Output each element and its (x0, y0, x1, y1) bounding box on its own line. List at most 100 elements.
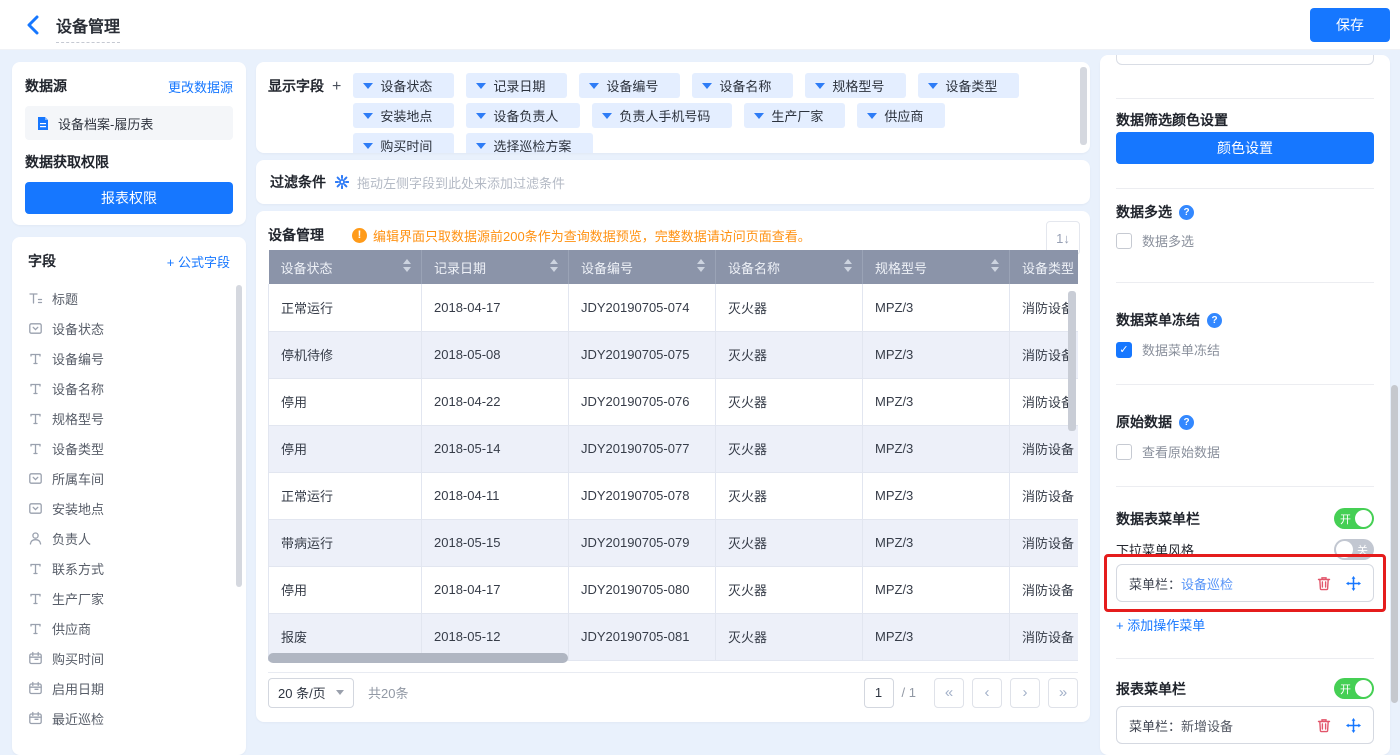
color-setting-button[interactable]: 颜色设置 (1116, 132, 1374, 164)
column-header[interactable]: 设备状态 (269, 250, 422, 284)
table-vertical-scrollbar[interactable] (1068, 291, 1076, 431)
move-handle-icon[interactable] (1345, 717, 1361, 733)
current-page-input[interactable]: 1 (864, 678, 894, 708)
report-permission-button[interactable]: 报表权限 (25, 182, 233, 214)
change-datasource-link[interactable]: 更改数据源 (168, 77, 233, 96)
table-menu-bar-toggle[interactable]: 开 (1334, 508, 1374, 529)
add-action-menu-link[interactable]: + 添加操作菜单 (1116, 615, 1374, 634)
display-field-chip[interactable]: 安装地点 (353, 103, 454, 128)
sort-arrows-icon[interactable] (697, 259, 705, 272)
field-item[interactable]: 标题 (28, 283, 230, 313)
prev-page-icon: ‹ (985, 684, 990, 701)
window-scrollbar[interactable] (1391, 385, 1398, 703)
display-field-chip[interactable]: 购买时间 (353, 133, 454, 153)
field-item[interactable]: 购买时间 (28, 643, 230, 673)
field-item[interactable]: 生产厂家 (28, 583, 230, 613)
save-button[interactable]: 保存 (1310, 8, 1390, 42)
table-cell: 灭火器 (716, 613, 863, 660)
table-horizontal-scrollbar[interactable] (268, 653, 568, 663)
field-item[interactable]: 规格型号 (28, 403, 230, 433)
display-fields-scrollbar[interactable] (1080, 67, 1087, 145)
chevron-down-icon (754, 113, 764, 119)
display-fields-label: 显示字段+ (268, 70, 341, 145)
column-header[interactable]: 记录日期 (422, 250, 569, 284)
column-header[interactable]: 设备名称 (716, 250, 863, 284)
move-handle-icon[interactable] (1345, 575, 1361, 591)
display-field-chip[interactable]: 设备类型 (918, 73, 1019, 98)
table-cell: 消防设备 (1010, 613, 1079, 660)
display-field-chip[interactable]: 负责人手机号码 (592, 103, 732, 128)
prev-page-button[interactable]: ‹ (972, 678, 1002, 708)
table-cell: 停用 (269, 425, 422, 472)
table-row[interactable]: 停机待修2018-05-08JDY20190705-075灭火器MPZ/3消防设… (269, 331, 1079, 378)
table-menu-item[interactable]: 菜单栏： 设备巡检 (1116, 564, 1374, 602)
display-field-chip[interactable]: 设备负责人 (466, 103, 580, 128)
menu-freeze-checkbox[interactable]: ✓ (1116, 342, 1132, 358)
sort-arrows-icon[interactable] (844, 259, 852, 272)
column-header[interactable]: 规格型号 (863, 250, 1010, 284)
field-item[interactable]: 供应商 (28, 613, 230, 643)
column-header[interactable]: 设备类型 (1010, 250, 1079, 284)
trash-icon[interactable] (1316, 575, 1332, 591)
table-cell: JDY20190705-078 (569, 472, 716, 519)
back-icon[interactable] (26, 14, 46, 36)
raw-data-checkbox[interactable] (1116, 444, 1132, 460)
page-size-select[interactable]: 20 条/页 (268, 678, 354, 708)
table-row[interactable]: 带病运行2018-05-15JDY20190705-079灭火器MPZ/3消防设… (269, 519, 1079, 566)
field-item[interactable]: 联系方式 (28, 553, 230, 583)
next-page-button[interactable]: › (1010, 678, 1040, 708)
help-icon[interactable]: ? (1207, 313, 1222, 328)
select-field-icon (28, 501, 43, 516)
display-field-chip[interactable]: 选择巡检方案 (466, 133, 593, 153)
table-row[interactable]: 停用2018-04-22JDY20190705-076灭火器MPZ/3消防设备 (269, 378, 1079, 425)
table-cell: 正常运行 (269, 284, 422, 331)
chip-label: 设备状态 (380, 76, 432, 95)
last-page-button[interactable]: » (1048, 678, 1078, 708)
report-menu-item[interactable]: 菜单栏： 新增设备 (1116, 706, 1374, 744)
chevron-down-icon (602, 113, 612, 119)
gear-icon[interactable] (334, 175, 349, 190)
table-row[interactable]: 正常运行2018-04-11JDY20190705-078灭火器MPZ/3消防设… (269, 472, 1079, 519)
multi-select-checkbox[interactable] (1116, 233, 1132, 249)
chevron-down-icon (589, 83, 599, 89)
sort-arrows-icon[interactable] (403, 259, 411, 272)
field-item[interactable]: 负责人 (28, 523, 230, 553)
field-item[interactable]: 设备名称 (28, 373, 230, 403)
table-row[interactable]: 正常运行2018-04-17JDY20190705-074灭火器MPZ/3消防设… (269, 284, 1079, 331)
display-field-chip[interactable]: 设备编号 (579, 73, 680, 98)
display-field-chip[interactable]: 记录日期 (466, 73, 567, 98)
sort-arrows-icon[interactable] (991, 259, 999, 272)
chip-label: 供应商 (884, 106, 923, 125)
field-item[interactable]: 最近巡检 (28, 703, 230, 733)
datasource-item[interactable]: 设备档案-履历表 (25, 106, 233, 140)
table-cell: MPZ/3 (863, 378, 1010, 425)
field-item[interactable]: 所属车间 (28, 463, 230, 493)
field-item[interactable]: 设备状态 (28, 313, 230, 343)
toggle-state-label: 开 (1336, 681, 1355, 697)
report-menu-bar-toggle[interactable]: 开 (1334, 678, 1374, 699)
trash-icon[interactable] (1316, 717, 1332, 733)
add-display-field-button[interactable]: + (332, 78, 341, 95)
fields-scrollbar[interactable] (236, 285, 242, 587)
field-item[interactable]: 设备类型 (28, 433, 230, 463)
help-icon[interactable]: ? (1179, 205, 1194, 220)
help-icon[interactable]: ? (1179, 415, 1194, 430)
table-cell: 灭火器 (716, 519, 863, 566)
field-item[interactable]: 安装地点 (28, 493, 230, 523)
field-label: 启用日期 (52, 679, 104, 698)
add-formula-field-link[interactable]: + 公式字段 (167, 252, 230, 271)
display-field-chip[interactable]: 设备名称 (692, 73, 793, 98)
display-field-chip[interactable]: 设备状态 (353, 73, 454, 98)
table-row[interactable]: 停用2018-05-14JDY20190705-077灭火器MPZ/3消防设备 (269, 425, 1079, 472)
sort-arrows-icon[interactable] (550, 259, 558, 272)
column-header[interactable]: 设备编号 (569, 250, 716, 284)
display-field-chip[interactable]: 生产厂家 (744, 103, 845, 128)
first-page-button[interactable]: « (934, 678, 964, 708)
display-field-chip[interactable]: 供应商 (857, 103, 945, 128)
dropdown-style-toggle[interactable]: 关 (1334, 539, 1374, 560)
table-cell: 灭火器 (716, 472, 863, 519)
field-item[interactable]: 设备编号 (28, 343, 230, 373)
display-field-chip[interactable]: 规格型号 (805, 73, 906, 98)
table-row[interactable]: 停用2018-04-17JDY20190705-080灭火器MPZ/3消防设备 (269, 566, 1079, 613)
field-item[interactable]: 启用日期 (28, 673, 230, 703)
